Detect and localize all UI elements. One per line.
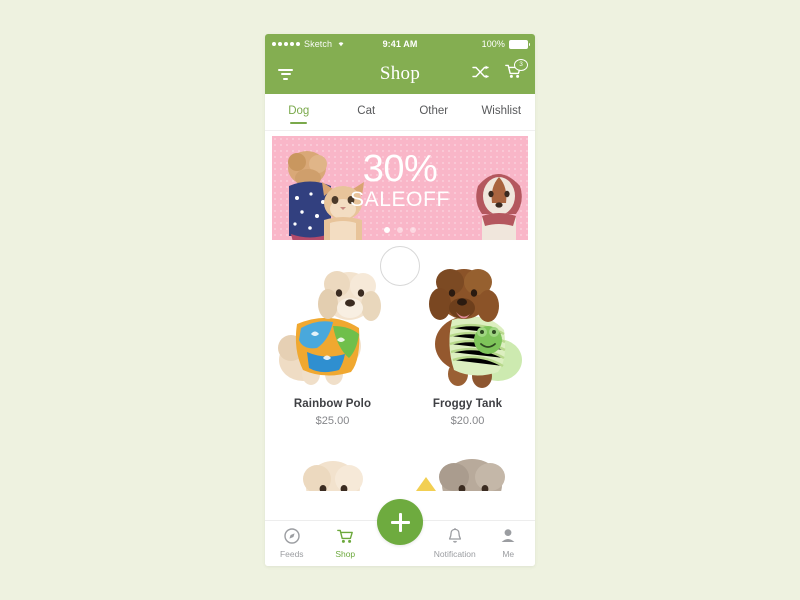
navigation-bar: Shop 3 bbox=[265, 54, 535, 94]
banner-dot-3[interactable] bbox=[410, 227, 416, 233]
tab-bar-label: Feeds bbox=[279, 549, 304, 559]
compass-icon bbox=[284, 528, 300, 546]
tab-active-underline bbox=[290, 122, 308, 124]
tab-bar-item-feeds[interactable]: Feeds bbox=[265, 528, 319, 559]
tab-active-underline bbox=[493, 122, 510, 124]
tab-label: Cat bbox=[357, 105, 376, 118]
cart-icon bbox=[336, 529, 354, 546]
product-image-partial-left bbox=[271, 439, 394, 491]
add-button[interactable] bbox=[377, 499, 423, 545]
product-card-partial-left[interactable] bbox=[265, 437, 400, 491]
person-icon bbox=[500, 528, 516, 546]
status-bar-left: Sketch bbox=[272, 39, 383, 49]
tab-active-underline bbox=[425, 122, 442, 124]
product-card-froggy-tank[interactable]: Froggy Tank $20.00 bbox=[400, 240, 535, 437]
banner-dot-2[interactable] bbox=[397, 227, 403, 233]
tab-cat[interactable]: Cat bbox=[333, 94, 401, 130]
navigation-bar-left bbox=[278, 68, 400, 80]
promo-banner[interactable]: 30% SALEOFF bbox=[272, 136, 528, 240]
banner-dot-1[interactable] bbox=[384, 227, 390, 233]
product-name: Rainbow Polo bbox=[293, 398, 372, 410]
clock-label: 9:41 AM bbox=[382, 39, 418, 49]
tab-active-underline bbox=[358, 122, 375, 124]
tab-label: Dog bbox=[288, 105, 310, 118]
tab-bar-label: Notification bbox=[433, 549, 476, 559]
bell-icon bbox=[448, 528, 462, 546]
tab-dog[interactable]: Dog bbox=[265, 94, 333, 130]
tab-label: Wishlist bbox=[481, 105, 522, 118]
product-name: Froggy Tank bbox=[432, 398, 503, 410]
tab-bar-label: Me bbox=[502, 549, 515, 559]
tab-bar-label: Shop bbox=[335, 548, 356, 559]
product-image-froggy-tank bbox=[406, 248, 529, 394]
phone-screen: Sketch 9:41 AM 100% Shop 3 Dog Cat Other… bbox=[265, 34, 535, 566]
cart-badge: 3 bbox=[514, 59, 528, 71]
wifi-icon bbox=[336, 39, 346, 49]
tab-bar-item-shop[interactable]: Shop bbox=[319, 529, 373, 559]
product-price: $25.00 bbox=[315, 415, 350, 427]
tab-bar-item-notification[interactable]: Notification bbox=[428, 528, 482, 559]
battery-percent-label: 100% bbox=[481, 39, 506, 49]
navigation-bar-right: 3 bbox=[400, 59, 528, 84]
product-card-partial-right[interactable] bbox=[400, 437, 535, 491]
plus-icon-vertical bbox=[398, 512, 402, 532]
status-bar-right: 100% bbox=[417, 39, 531, 49]
shuffle-icon[interactable] bbox=[472, 65, 489, 84]
carrier-label: Sketch bbox=[304, 39, 333, 49]
product-image-partial-right bbox=[406, 439, 529, 491]
signal-strength-icon bbox=[272, 42, 300, 46]
product-price: $20.00 bbox=[450, 415, 485, 427]
filter-menu-icon[interactable] bbox=[278, 68, 293, 80]
tab-wishlist[interactable]: Wishlist bbox=[468, 94, 536, 130]
banner-pagination-dots bbox=[272, 227, 528, 233]
cart-icon[interactable]: 3 bbox=[505, 59, 528, 84]
product-row-partial bbox=[265, 437, 535, 491]
tab-bar-item-me[interactable]: Me bbox=[482, 528, 536, 559]
status-bar: Sketch 9:41 AM 100% bbox=[265, 34, 535, 54]
tab-label: Other bbox=[419, 105, 449, 118]
floating-circle-overlay[interactable] bbox=[380, 246, 420, 286]
product-image-rainbow-polo bbox=[271, 248, 394, 394]
battery-icon bbox=[509, 39, 531, 49]
category-tab-bar: Dog Cat Other Wishlist bbox=[265, 94, 535, 131]
tab-other[interactable]: Other bbox=[400, 94, 468, 130]
